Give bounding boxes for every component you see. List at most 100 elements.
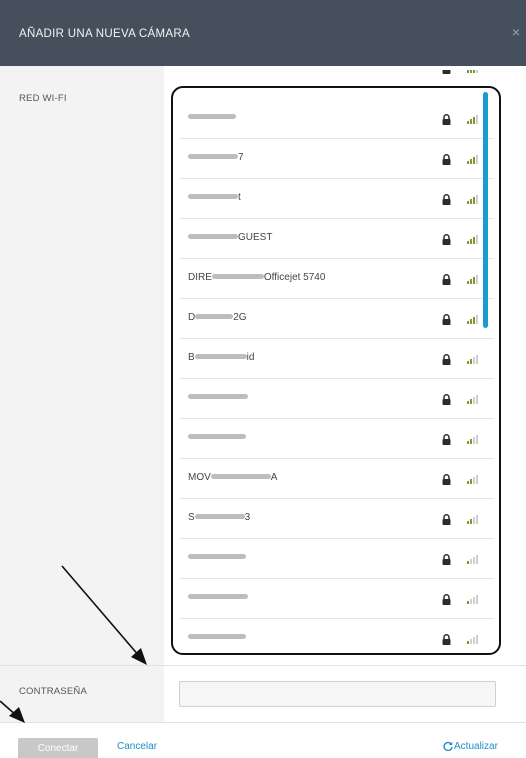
wifi-network-label: RED WI-FI <box>19 93 67 104</box>
redacted-text-blur <box>188 633 246 639</box>
redacted-text-blur <box>210 473 271 479</box>
wifi-signal-icon <box>467 432 479 444</box>
wifi-network-row[interactable]: 7 <box>180 139 494 179</box>
wifi-network-name: MOV A <box>188 472 277 483</box>
redacted-text-blur <box>188 193 238 199</box>
lock-icon <box>442 192 451 205</box>
wifi-signal-icon <box>467 70 479 73</box>
wifi-network-row[interactable]: Bid <box>180 339 494 379</box>
wifi-network-name-suffix: 3 <box>244 512 251 523</box>
wifi-network-row[interactable]: GUEST <box>180 219 494 259</box>
cancel-link[interactable]: Cancelar <box>117 741 157 752</box>
lock-icon <box>442 272 451 285</box>
wifi-network-row[interactable] <box>180 70 494 88</box>
password-label: CONTRASEÑA <box>19 686 87 697</box>
footer-divider <box>0 722 526 723</box>
redacted-text-blur <box>188 113 236 119</box>
wifi-network-name-suffix: 2G <box>233 312 247 323</box>
wifi-network-name-suffix: t <box>238 192 241 203</box>
redacted-text-blur <box>188 153 238 159</box>
lock-icon <box>442 392 451 405</box>
wifi-network-name-prefix: B <box>188 352 195 363</box>
lock-icon <box>442 352 451 365</box>
lock-icon <box>442 112 451 125</box>
wifi-network-name <box>188 432 246 443</box>
wifi-network-row[interactable]: S3 <box>180 499 494 539</box>
dialog-title: AÑADIR UNA NUEVA CÁMARA <box>19 28 190 40</box>
wifi-network-name: 7 <box>188 152 244 163</box>
wifi-network-name <box>188 592 248 603</box>
wifi-signal-icon <box>467 272 479 284</box>
wifi-network-name-suffix: Officejet 5740 <box>263 272 326 283</box>
password-input[interactable] <box>179 681 496 707</box>
label-column <box>0 66 164 722</box>
redacted-text-blur <box>211 273 264 279</box>
refresh-label: Actualizar <box>454 741 498 752</box>
wifi-network-name-prefix: S <box>188 512 195 523</box>
wifi-signal-icon <box>467 352 479 364</box>
list-scrollbar[interactable] <box>483 92 488 328</box>
wifi-network-name-prefix: D <box>188 312 196 323</box>
section-divider <box>0 665 526 666</box>
wifi-signal-icon <box>467 232 479 244</box>
wifi-network-row[interactable]: MOV A <box>180 459 494 499</box>
wifi-network-name <box>188 632 246 643</box>
lock-icon <box>442 552 451 565</box>
wifi-network-name: t <box>188 192 241 203</box>
lock-icon <box>442 592 451 605</box>
wifi-network-name <box>188 552 246 563</box>
wifi-network-name: S3 <box>188 512 250 523</box>
lock-icon <box>442 152 451 165</box>
lock-icon <box>442 232 451 245</box>
redacted-text-blur <box>188 433 246 439</box>
lock-icon <box>442 512 451 525</box>
wifi-signal-icon <box>467 112 479 124</box>
lock-icon <box>442 312 451 325</box>
close-icon[interactable]: × <box>512 24 520 40</box>
wifi-network-row[interactable] <box>180 579 494 619</box>
wifi-network-name <box>188 70 246 72</box>
wifi-signal-icon <box>467 192 479 204</box>
connect-button[interactable]: Conectar <box>18 738 98 758</box>
redacted-text-blur <box>188 393 248 399</box>
wifi-network-row[interactable]: DIRE Officejet 5740 <box>180 259 494 299</box>
redacted-text-blur <box>188 553 246 559</box>
redacted-text-blur <box>188 593 248 599</box>
refresh-icon <box>443 741 453 752</box>
lock-icon <box>442 432 451 445</box>
wifi-signal-icon <box>467 472 479 484</box>
wifi-signal-icon <box>467 552 479 564</box>
wifi-network-name <box>188 392 248 403</box>
wifi-network-row[interactable]: t <box>180 179 494 219</box>
redacted-text-blur <box>188 233 238 239</box>
wifi-network-name-suffix: id <box>246 352 255 363</box>
wifi-network-name-suffix: A <box>270 472 278 483</box>
wifi-signal-icon <box>467 152 479 164</box>
refresh-link[interactable]: Actualizar <box>443 741 498 752</box>
wifi-network-name: GUEST <box>188 232 272 243</box>
dialog-header: AÑADIR UNA NUEVA CÁMARA × <box>0 0 526 66</box>
redacted-text-blur <box>194 513 245 519</box>
wifi-signal-icon <box>467 632 479 644</box>
wifi-network-list[interactable]: 7 t GUEST DIRE Officejet 5740 D 2G Bid MOV A S 3 <box>180 70 494 648</box>
wifi-signal-icon <box>467 592 479 604</box>
wifi-signal-icon <box>467 312 479 324</box>
wifi-network-name-prefix: MOV <box>188 472 211 483</box>
wifi-signal-icon <box>467 392 479 404</box>
wifi-network-row[interactable]: D 2G <box>180 299 494 339</box>
wifi-network-row[interactable] <box>180 99 494 139</box>
wifi-network-row[interactable] <box>180 379 494 419</box>
wifi-network-name: Bid <box>188 352 254 363</box>
wifi-network-row[interactable] <box>180 619 494 648</box>
wifi-network-name-suffix: 7 <box>238 152 244 163</box>
wifi-network-name-prefix: DIRE <box>188 272 212 283</box>
wifi-signal-icon <box>467 512 479 524</box>
wifi-network-row[interactable] <box>180 419 494 459</box>
wifi-network-name: D 2G <box>188 312 247 323</box>
wifi-network-name <box>188 112 236 123</box>
redacted-text-blur <box>194 353 247 359</box>
wifi-network-name: DIRE Officejet 5740 <box>188 272 325 283</box>
redacted-text-blur <box>195 313 234 319</box>
wifi-network-row[interactable] <box>180 539 494 579</box>
wifi-network-name-suffix: GUEST <box>238 232 273 243</box>
